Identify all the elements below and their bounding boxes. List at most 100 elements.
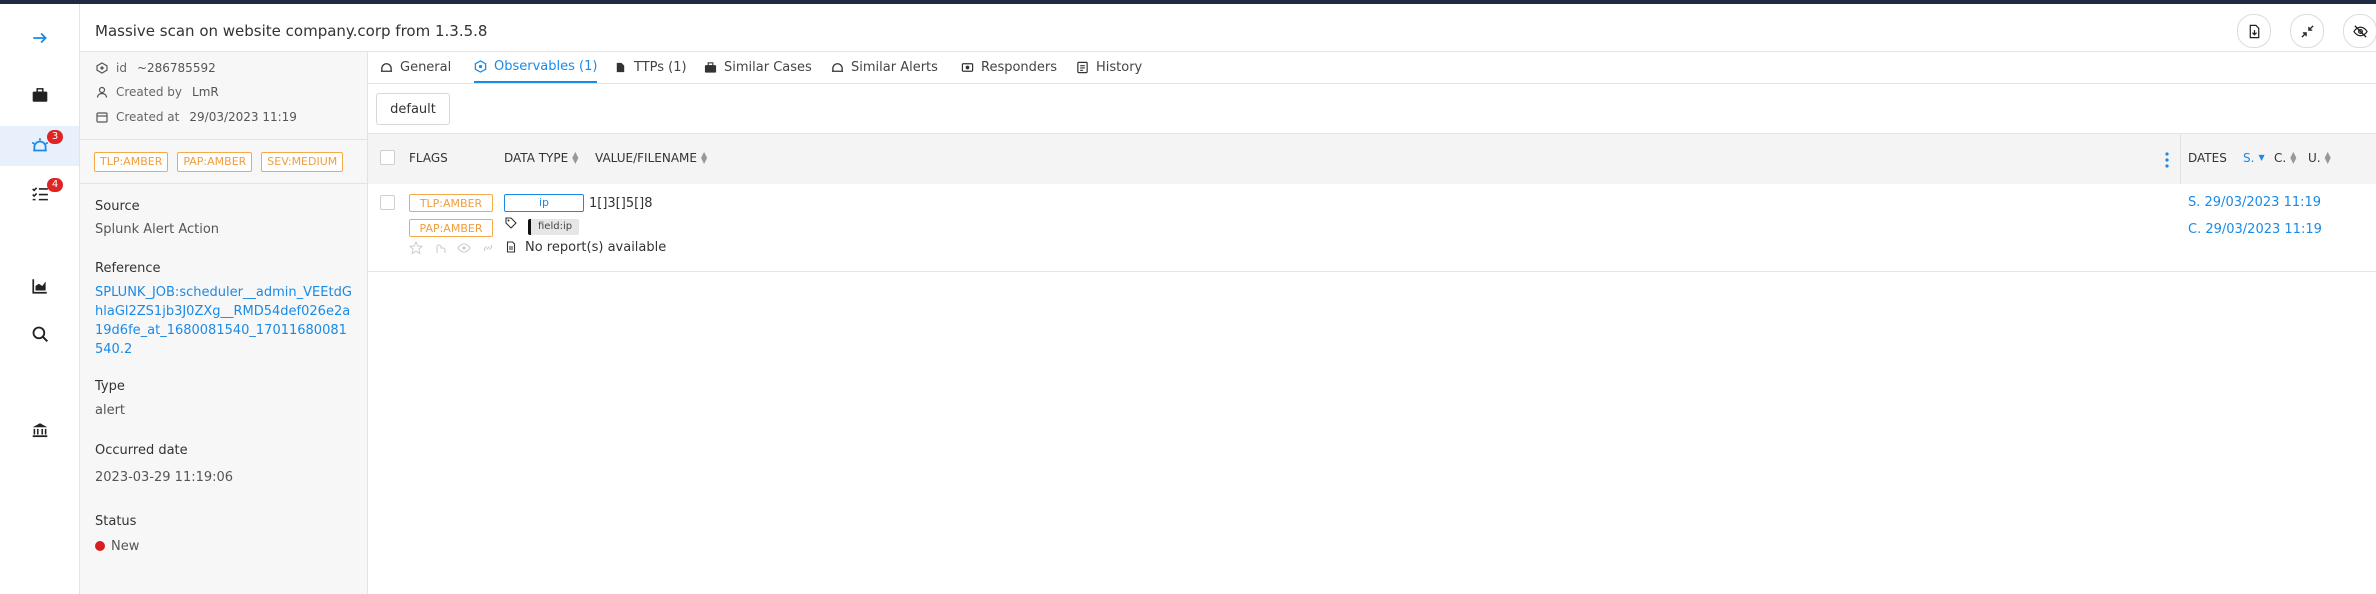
responders-icon (961, 63, 974, 72)
tab-ttps[interactable]: TTPs (1) (614, 52, 687, 83)
nav-organisation[interactable] (0, 410, 79, 450)
col-flags-label: FLAGS (409, 151, 448, 165)
report-status: No report(s) available (525, 240, 667, 255)
compress-icon (2300, 24, 2314, 38)
occurred-date-value: 2023-03-29 11:19:06 (95, 470, 234, 485)
type-title: Type (95, 379, 125, 394)
id-label: id (116, 61, 127, 75)
created-by-label: Created by (116, 85, 183, 99)
eye-slash-icon (2352, 24, 2368, 38)
occurred-date-title: Occurred date (95, 443, 188, 458)
tab-observables[interactable]: Observables (1) (474, 52, 598, 83)
meta-id: id ~286785592 (96, 61, 216, 75)
created-at-value: 29/03/2023 11:19 (189, 110, 297, 124)
tab-similar-alerts[interactable]: Similar Alerts (831, 52, 938, 83)
tab-similar-cases[interactable]: Similar Cases (704, 52, 812, 83)
sort-icon: ▲ ▼ (2290, 150, 2297, 165)
nav-dashboards[interactable] (0, 266, 79, 306)
select-all-checkbox[interactable] (380, 150, 395, 165)
collapse-button[interactable] (2290, 14, 2324, 48)
alert-details-panel: id ~286785592 Created by LmR Created at … (80, 52, 368, 594)
eye-icon[interactable] (457, 241, 471, 255)
col-dates: DATES (2188, 151, 2227, 165)
general-icon (380, 63, 393, 72)
observable-tag[interactable]: field:ip (528, 219, 580, 235)
page-title: Massive scan on website company.corp fro… (95, 22, 488, 40)
left-nav: 3 4 (0, 4, 80, 594)
hide-button[interactable] (2343, 14, 2376, 48)
col-data-type-label: DATA TYPE (504, 151, 569, 165)
divider (80, 139, 367, 140)
chart-icon (31, 279, 47, 294)
column-menu-icon[interactable] (2165, 151, 2169, 169)
sighted-icon[interactable] (433, 241, 447, 255)
status-title: Status (95, 514, 137, 529)
table-row[interactable]: TLP:AMBER PAP:AMBER ip 1[]3[]5[]8 field:… (368, 184, 2376, 272)
status-text: New (111, 539, 140, 554)
nav-tasks[interactable]: 4 (0, 174, 79, 214)
alerts-icon (831, 63, 844, 72)
tasks-count-badge: 4 (47, 178, 63, 192)
divider (80, 183, 367, 184)
col-dates-label: DATES (2188, 151, 2227, 165)
alerts-icon (31, 138, 48, 152)
briefcase-icon (704, 62, 717, 73)
expand-nav-button[interactable] (0, 18, 79, 58)
link-icon[interactable] (481, 241, 495, 255)
fingerprint-icon (96, 62, 108, 74)
row-checkbox[interactable] (380, 195, 395, 210)
reference-title: Reference (95, 261, 161, 276)
col-s-label: S. (2243, 151, 2255, 165)
nav-search[interactable] (0, 314, 79, 354)
alerts-count-badge: 3 (47, 130, 63, 144)
col-sort-s[interactable]: S. ▼ (2243, 151, 2265, 165)
tab-history[interactable]: History (1076, 52, 1142, 83)
col-sort-u[interactable]: U. ▲ ▼ (2308, 150, 2331, 166)
user-icon (96, 86, 108, 98)
tasks-list-icon (31, 187, 48, 201)
tab-label: Similar Cases (724, 60, 812, 75)
source-value: Splunk Alert Action (95, 222, 220, 237)
nav-cases[interactable] (0, 75, 79, 115)
search-icon (32, 326, 48, 343)
history-icon (1077, 61, 1088, 74)
tab-label: Responders (981, 60, 1058, 75)
tab-label: TTPs (1) (634, 60, 687, 75)
export-report-button[interactable] (2237, 14, 2271, 48)
id-value: ~286785592 (136, 61, 216, 75)
tab-general[interactable]: General (380, 52, 451, 83)
col-data-type[interactable]: DATA TYPE ▲ ▼ (504, 151, 578, 166)
nav-alerts[interactable]: 3 (0, 126, 79, 166)
reference-link[interactable]: SPLUNK_JOB:scheduler__admin_VEEtdGhlaGl2… (95, 283, 353, 359)
col-value[interactable]: VALUE/FILENAME ▲ ▼ (595, 150, 708, 166)
sort-desc-icon: ▼ (2258, 153, 2265, 162)
col-value-label: VALUE/FILENAME (595, 151, 697, 165)
col-u-label: U. (2308, 151, 2321, 165)
column-separator (2180, 134, 2181, 184)
star-icon[interactable] (409, 241, 423, 255)
observables-table-header: FLAGS DATA TYPE ▲ ▼ VALUE/FILENAME ▲ ▼ DATES… (368, 133, 2376, 185)
tab-label: History (1096, 60, 1143, 75)
col-sort-c[interactable]: C. ▲ ▼ (2274, 150, 2297, 166)
alert-tags: TLP:AMBER PAP:AMBER SEV:MEDIUM (94, 152, 352, 172)
type-value: alert (95, 403, 126, 418)
file-export-icon (2249, 24, 2259, 38)
observable-value[interactable]: 1[]3[]5[]8 (589, 196, 653, 211)
sort-icon: ▲ ▼ (700, 150, 708, 165)
pap-flag: PAP:AMBER (409, 219, 493, 237)
col-flags: FLAGS (409, 151, 448, 165)
tab-responders[interactable]: Responders (961, 52, 1057, 83)
col-c-label: C. (2274, 151, 2287, 165)
ttp-icon (616, 62, 625, 73)
tab-label: General (400, 60, 452, 75)
meta-created-at: Created at 29/03/2023 11:19 (96, 110, 297, 124)
page-header: Massive scan on website company.corp fro… (80, 4, 2376, 52)
default-preset-button[interactable]: default (376, 93, 450, 125)
severity-tag: SEV:MEDIUM (261, 152, 344, 172)
tab-label: Similar Alerts (851, 60, 938, 75)
tag-icon (505, 217, 517, 229)
sort-icon: ▲ ▼ (2324, 150, 2331, 165)
meta-created-by: Created by LmR (96, 85, 219, 99)
row-actions (409, 241, 505, 255)
tab-bar: General Observables (1) TTPs (1) Similar… (368, 52, 2376, 84)
